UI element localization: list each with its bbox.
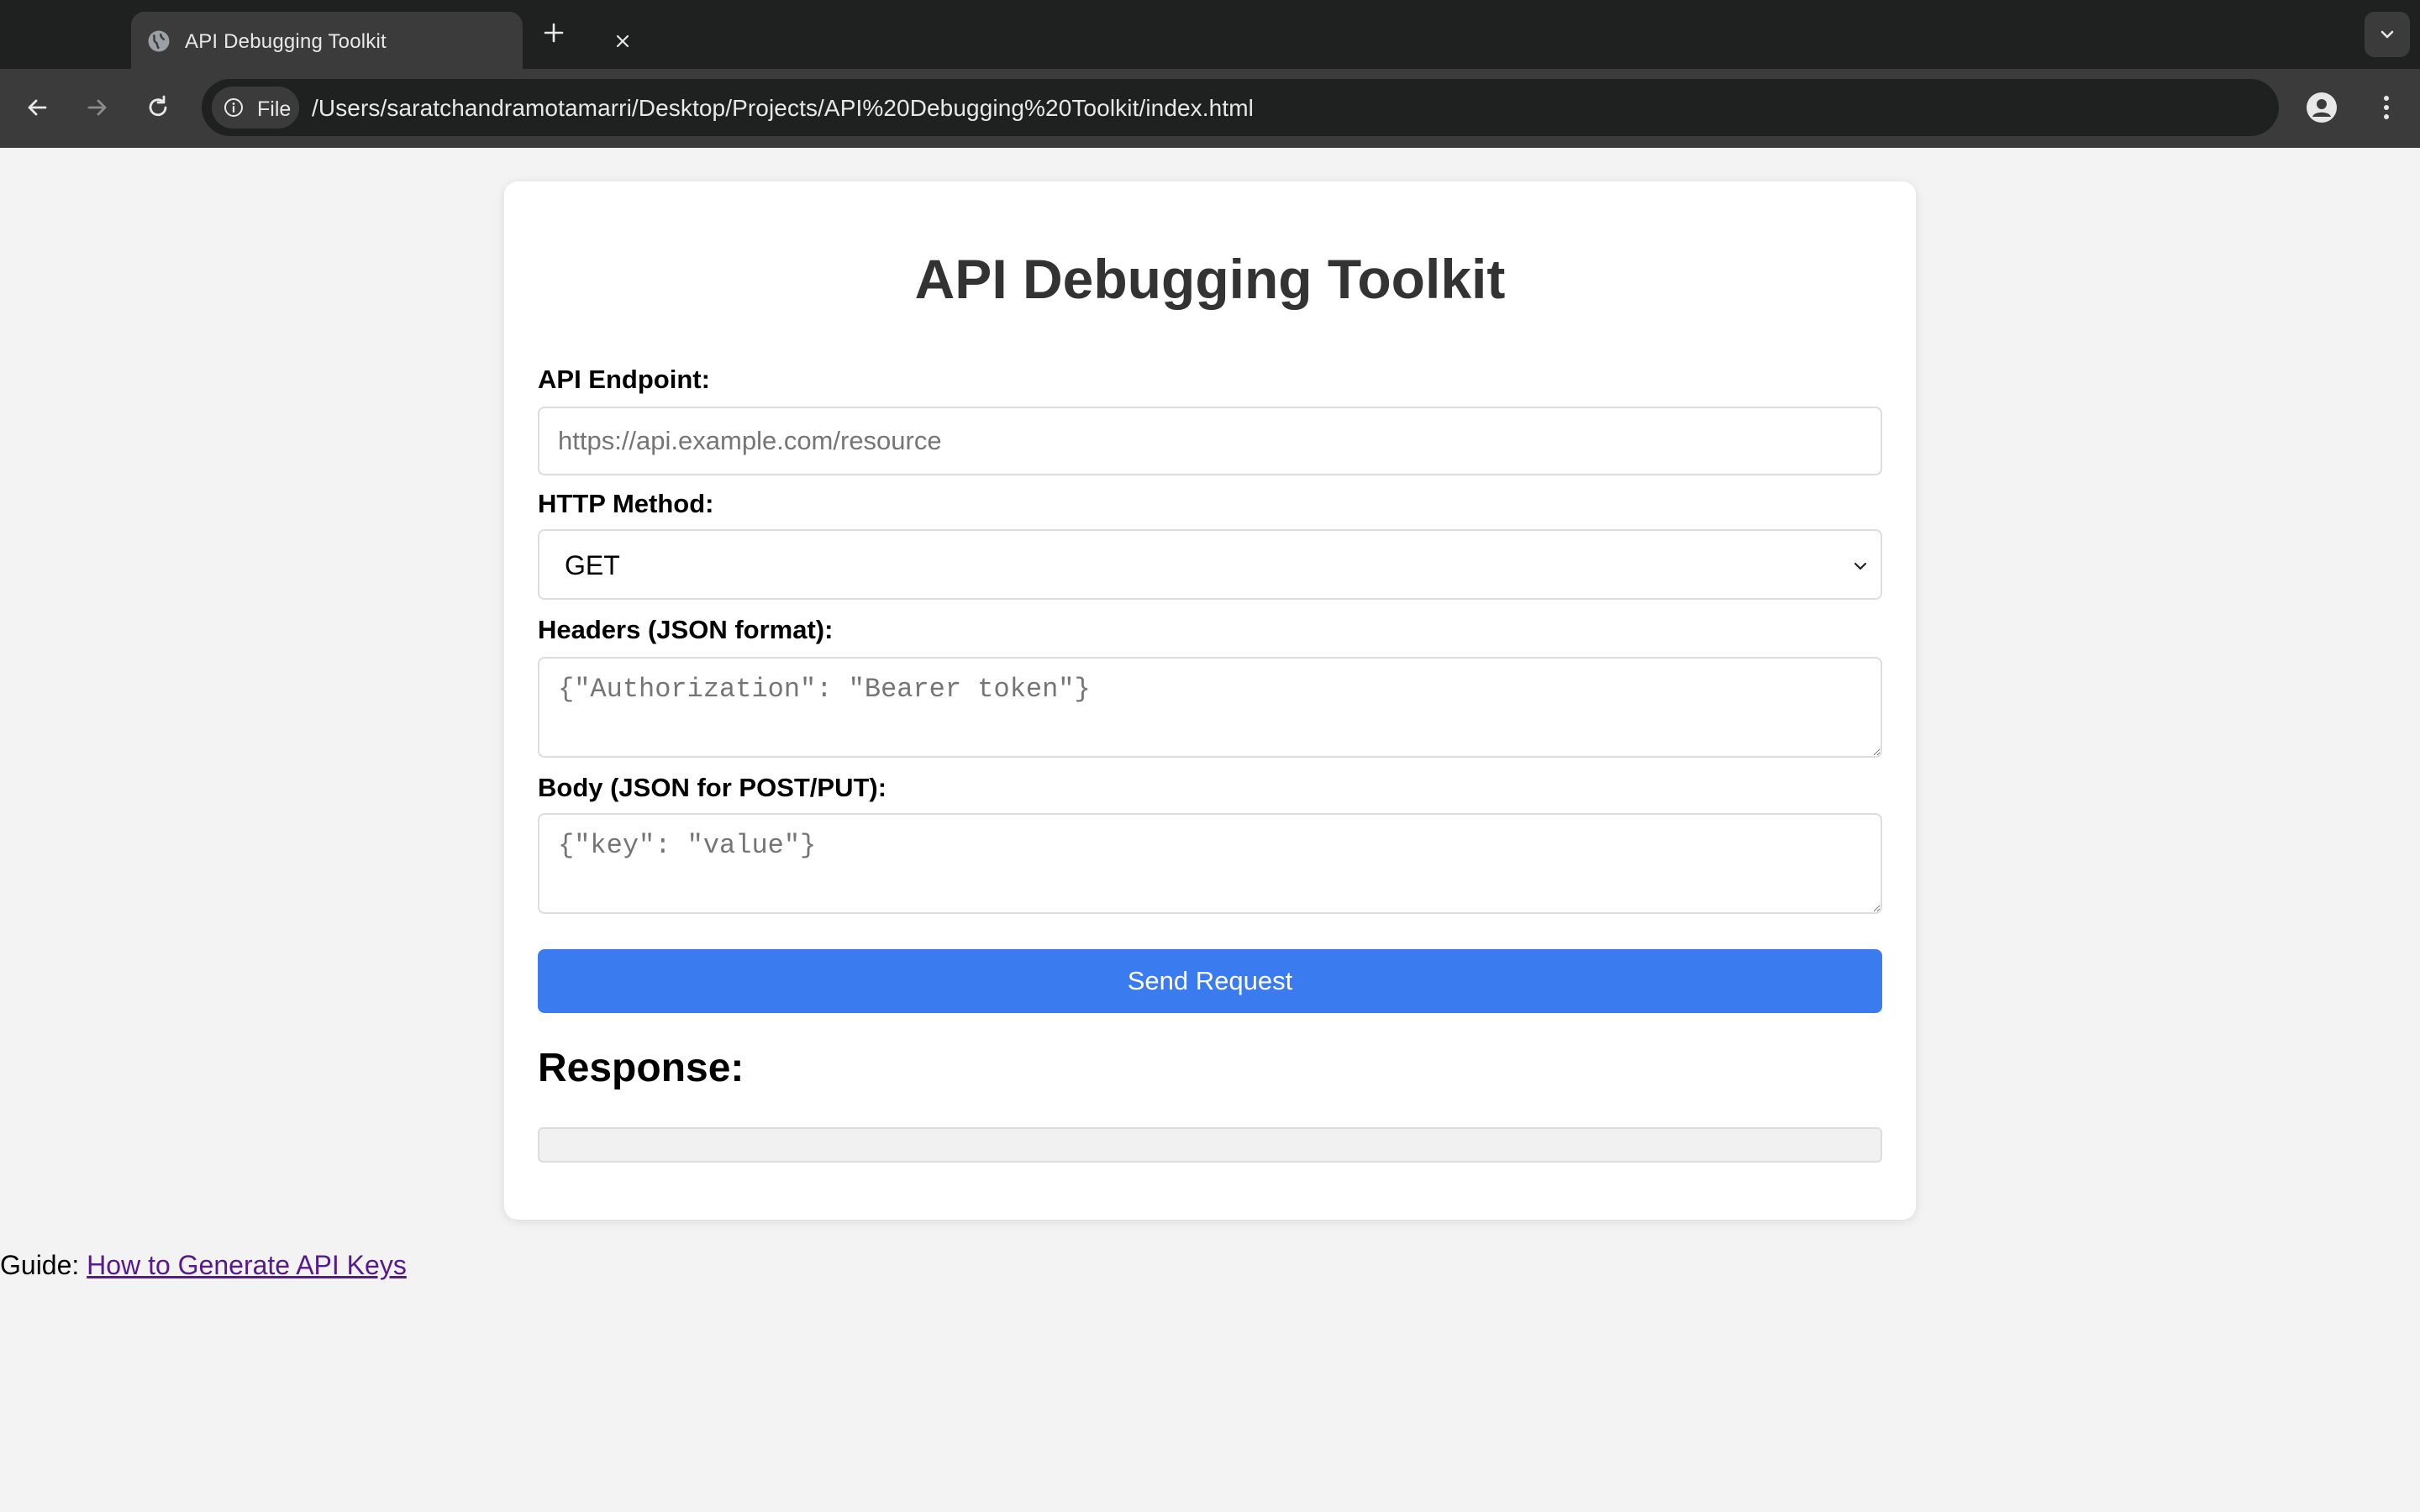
site-info-chip[interactable]: File [212, 87, 299, 129]
url-text[interactable]: /Users/saratchandramotamarri/Desktop/Pro… [312, 95, 1254, 122]
page-title: API Debugging Toolkit [914, 248, 1506, 310]
browser-toolbar: File /Users/saratchandramotamarri/Deskto… [0, 69, 2420, 148]
response-output [538, 1127, 1882, 1163]
kebab-menu-icon[interactable] [2370, 91, 2403, 124]
response-heading: Response: [538, 1046, 744, 1090]
reload-icon[interactable] [141, 91, 175, 124]
body-textarea[interactable] [538, 813, 1882, 914]
method-selected-value: GET [565, 550, 620, 580]
body-label: Body (JSON for POST/PUT): [538, 773, 887, 802]
profile-icon[interactable] [2306, 92, 2338, 123]
headers-label: Headers (JSON format): [538, 615, 834, 644]
send-request-button[interactable]: Send Request [538, 949, 1882, 1013]
chevron-down-icon [2381, 30, 2394, 39]
toolkit-card: API Debugging Toolkit API Endpoint: HTTP… [504, 181, 1916, 1220]
forward-icon[interactable] [81, 91, 114, 124]
close-icon[interactable] [613, 32, 632, 50]
method-label: HTTP Method: [538, 489, 714, 518]
scheme-label: File [257, 97, 292, 121]
browser-tab[interactable]: API Debugging Toolkit [131, 12, 629, 69]
info-icon [224, 98, 243, 117]
chevron-down-icon [1854, 562, 1867, 570]
globe-icon [148, 30, 170, 52]
guide-line: Guide: How to Generate API Keys [0, 1250, 407, 1281]
guide-prefix: Guide: [0, 1250, 87, 1280]
tab-search-button[interactable] [2365, 12, 2410, 57]
endpoint-label: API Endpoint: [538, 365, 710, 394]
endpoint-input[interactable] [538, 407, 1882, 475]
headers-textarea[interactable] [538, 657, 1882, 758]
method-select[interactable]: GET [538, 529, 1882, 600]
tab-title: API Debugging Toolkit [185, 30, 387, 53]
new-tab-icon[interactable] [541, 20, 566, 45]
back-icon[interactable] [20, 91, 54, 124]
guide-link[interactable]: How to Generate API Keys [87, 1250, 407, 1280]
tab-strip: API Debugging Toolkit [0, 0, 2420, 69]
address-bar[interactable]: File /Users/saratchandramotamarri/Deskto… [202, 79, 2279, 136]
